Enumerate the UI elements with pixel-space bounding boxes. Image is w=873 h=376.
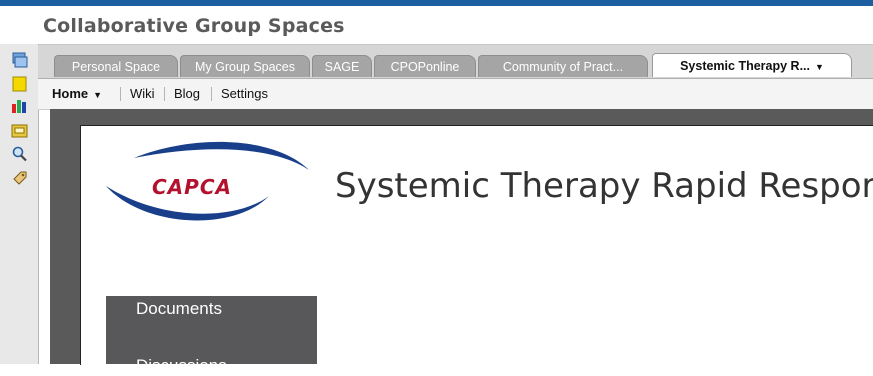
tab-systemic-therapy[interactable]: Systemic Therapy R... ▼ <box>652 53 852 77</box>
window-icon[interactable] <box>11 52 28 68</box>
settings-link[interactable]: Settings <box>221 86 268 101</box>
tab-bar: Personal Space My Group Spaces SAGE CPOP… <box>38 45 873 78</box>
menu-item-discussions[interactable]: Discussions <box>136 356 227 376</box>
tab-label: Systemic Therapy R... <box>680 59 810 73</box>
folder-icon[interactable] <box>11 122 28 138</box>
sticky-note-icon[interactable] <box>11 76 28 92</box>
tab-label: Community of Pract... <box>502 60 624 74</box>
tab-label: SAGE <box>324 60 360 74</box>
tag-icon[interactable] <box>11 170 28 186</box>
tab-my-group-spaces[interactable]: My Group Spaces <box>180 55 310 77</box>
divider <box>164 87 165 101</box>
tab-cpoponline[interactable]: CPOPonline <box>374 55 476 77</box>
home-menu[interactable]: Home ▼ <box>52 86 102 101</box>
left-toolbar <box>0 44 39 364</box>
chevron-down-icon: ▼ <box>93 90 103 100</box>
tab-label: My Group Spaces <box>194 60 296 74</box>
tab-personal-space[interactable]: Personal Space <box>54 55 178 77</box>
divider <box>120 87 121 101</box>
home-label: Home <box>52 86 89 101</box>
logo-text: CAPCA <box>152 175 232 199</box>
menu-item-documents[interactable]: Documents <box>136 299 222 319</box>
chart-icon[interactable] <box>11 98 28 114</box>
tab-label: CPOPonline <box>390 60 460 74</box>
wiki-link[interactable]: Wiki <box>130 86 155 101</box>
title-bar: Collaborative Group Spaces <box>0 6 873 45</box>
tab-community-of-practice[interactable]: Community of Pract... <box>478 55 648 77</box>
divider <box>211 87 212 101</box>
chevron-down-icon[interactable]: ▼ <box>815 62 824 72</box>
sub-navigation: Home ▼ Wiki Blog Settings <box>38 78 873 110</box>
side-menu: Documents Discussions <box>106 296 317 375</box>
tab-label: Personal Space <box>71 60 161 74</box>
app-title: Collaborative Group Spaces <box>43 15 345 37</box>
tab-sage[interactable]: SAGE <box>312 55 372 77</box>
page-heading: Systemic Therapy Rapid Respor <box>335 166 873 206</box>
blog-link[interactable]: Blog <box>174 86 200 101</box>
search-icon[interactable] <box>11 146 28 162</box>
